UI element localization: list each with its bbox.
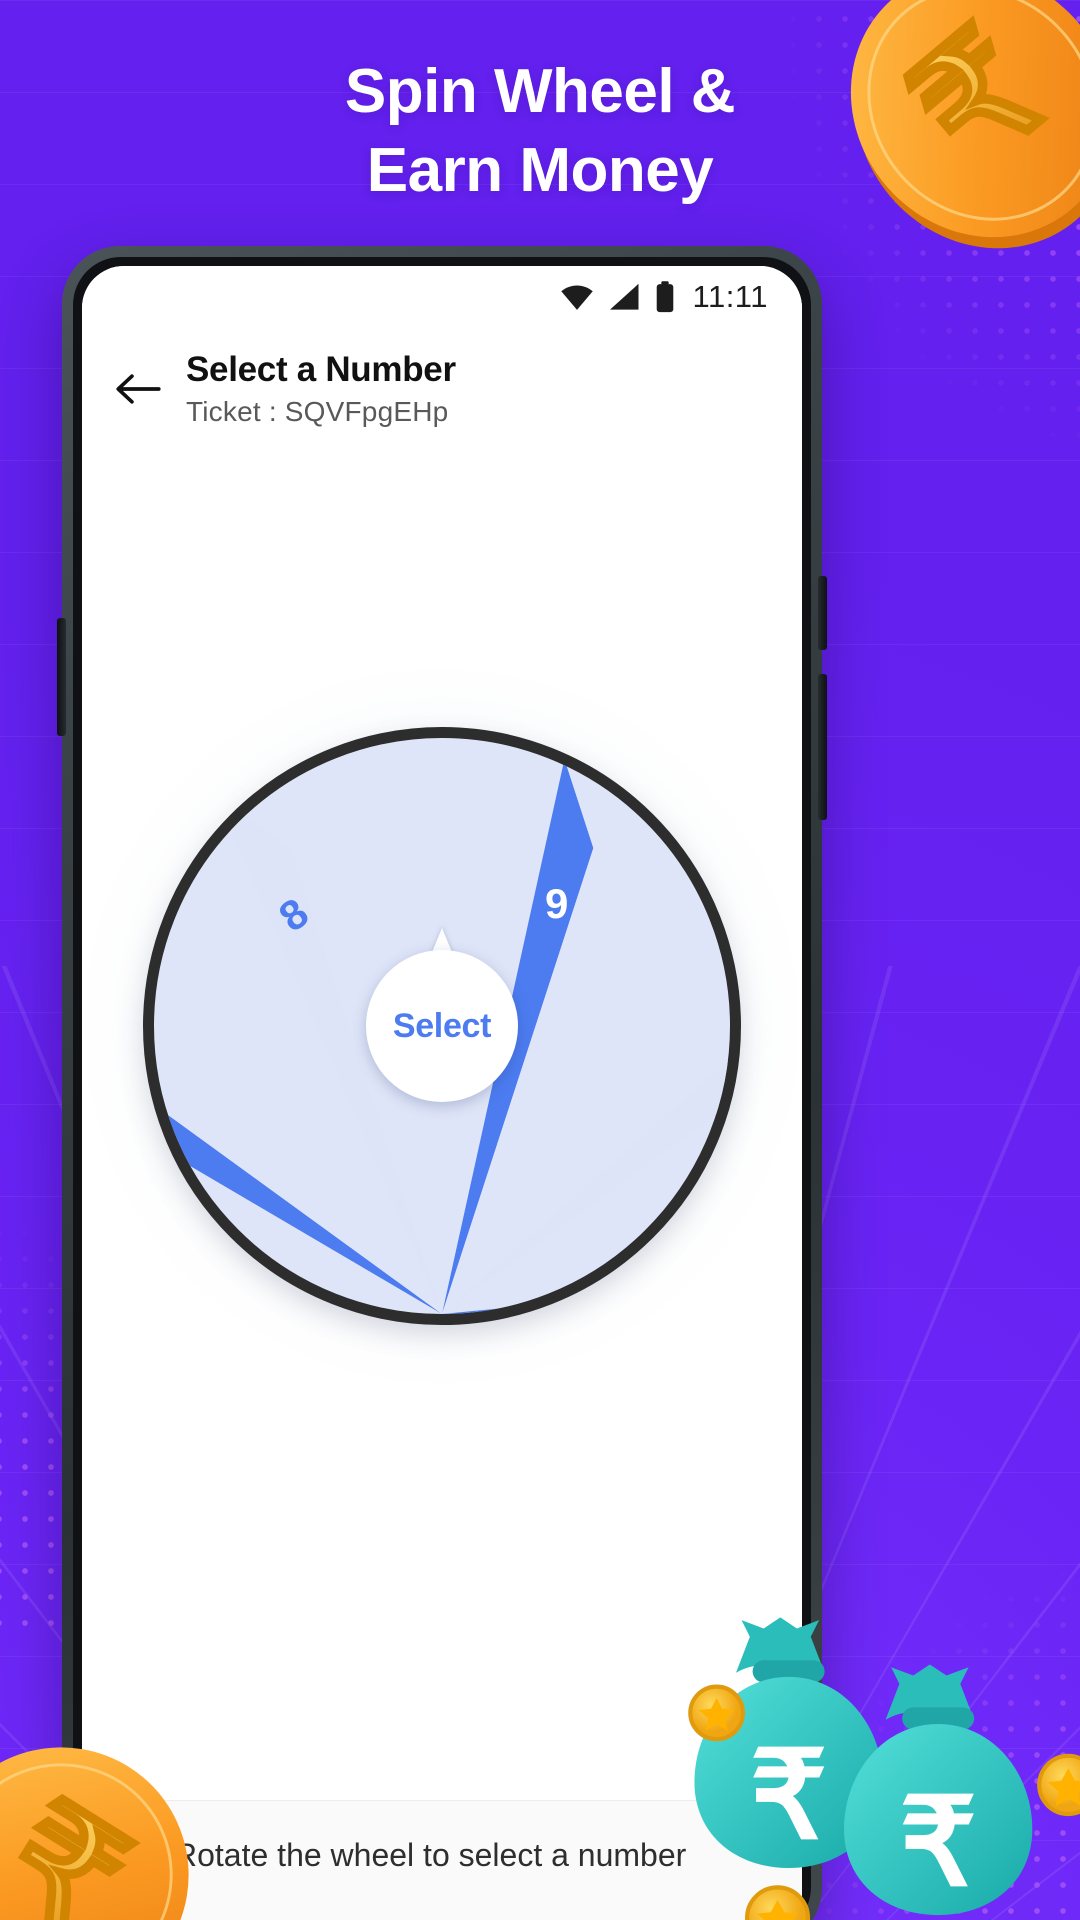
wheel-stage: 91012345678 Select <box>82 428 802 1608</box>
phone-side-button-right-upper[interactable] <box>818 576 827 650</box>
wheel-segment-6[interactable]: 6 <box>143 1314 442 1325</box>
signal-icon <box>609 283 639 310</box>
headline-line-2: Earn Money <box>366 136 714 206</box>
wheel-segment-4[interactable]: 4 <box>291 1314 531 1325</box>
wheel-select-label: Select <box>392 1006 492 1045</box>
page-title: Select a Number <box>186 350 456 389</box>
phone-screen: 11:11 Select a Number Ticket : SQVFpgEHp… <box>82 266 802 1920</box>
wheel-segment-label: 10 <box>727 1028 741 1094</box>
wheel-segment-label: 8 <box>270 888 317 941</box>
app-bar: Select a Number Ticket : SQVFpgEHp <box>82 328 802 428</box>
phone-bezel: 11:11 Select a Number Ticket : SQVFpgEHp… <box>73 257 811 1920</box>
wheel-segment-label: 9 <box>545 879 569 927</box>
wheel-segment-5[interactable]: 5 <box>143 1314 442 1325</box>
bottom-hint-bar: Rotate the wheel to select a number <box>82 1800 802 1920</box>
wheel-segment-3[interactable]: 3 <box>442 1314 741 1325</box>
back-arrow-icon[interactable] <box>112 367 164 411</box>
headline-line-1: Spin Wheel & <box>344 57 736 126</box>
wheel-segment-2[interactable]: 2 <box>442 1314 741 1325</box>
ticket-id-label: Ticket : SQVFpgEHp <box>186 396 449 427</box>
bottom-hint-text: Rotate the wheel to select a number <box>174 1836 687 1873</box>
radio-unselected-icon[interactable] <box>112 1835 152 1875</box>
status-bar: 11:11 <box>82 266 802 328</box>
status-bar-clock: 11:11 <box>692 279 768 314</box>
spin-wheel[interactable]: 91012345678 Select <box>143 727 741 1325</box>
phone-side-button-right-lower[interactable] <box>818 674 827 820</box>
phone-mockup: 11:11 Select a Number Ticket : SQVFpgEHp… <box>57 246 827 1920</box>
battery-icon <box>656 281 673 313</box>
wheel-select-button[interactable]: Select <box>366 950 518 1102</box>
promo-headline: Spin Wheel & Earn Money <box>0 52 1080 211</box>
phone-side-button-left[interactable] <box>57 618 66 736</box>
wifi-icon <box>560 285 593 310</box>
app-bar-texts: Select a Number Ticket : SQVFpgEHp <box>186 350 456 428</box>
